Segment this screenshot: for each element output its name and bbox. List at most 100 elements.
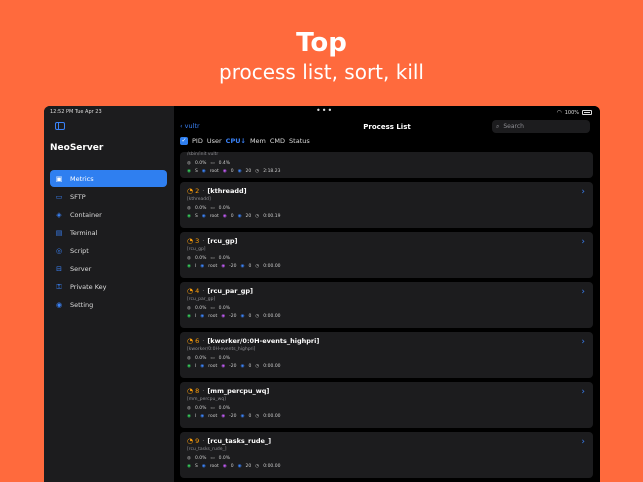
state-icon: ◉: [187, 168, 191, 174]
mem-usage: 0.0%: [218, 255, 231, 261]
process-priority: 0: [248, 363, 252, 369]
sidebar-item-script[interactable]: ◎ Script: [50, 242, 167, 259]
search-input[interactable]: ⌕ Search: [492, 120, 590, 133]
sort-toggle-icon[interactable]: ✓: [180, 137, 188, 145]
sidebar-item-private-key[interactable]: ⚿ Private Key: [50, 278, 167, 295]
priority-icon: ◉: [240, 363, 245, 369]
separator: ·: [202, 437, 205, 445]
sidebar-item-server[interactable]: ⊟ Server: [50, 260, 167, 277]
sort-option[interactable]: Status: [289, 137, 310, 145]
process-user: root: [209, 463, 219, 469]
promo-subtitle: process list, sort, kill: [219, 60, 424, 84]
process-state-icon: ◔: [187, 187, 194, 195]
separator: ·: [202, 237, 205, 245]
mem-usage: 0.0%: [218, 305, 231, 311]
process-name: [mm_percpu_wq]: [207, 387, 270, 395]
process-command: /sbin/init vultr: [187, 152, 219, 157]
cpu-icon: ◍: [187, 305, 191, 311]
process-command: [kthreadd]: [187, 197, 211, 202]
mem-usage: 0.4%: [218, 160, 231, 166]
search-placeholder: Search: [503, 123, 524, 130]
clock-icon: ◷: [255, 313, 260, 319]
chevron-right-icon[interactable]: ›: [581, 337, 585, 347]
process-row[interactable]: ◔ 8 · [mm_percpu_wq] › [mm_percpu_wq] ◍ 0.0% ▭ 0.…: [180, 382, 593, 428]
server-icon: ⊟: [56, 264, 62, 273]
process-row[interactable]: ◔ 6 · [kworker/0:0H-events_highpri] › [kworke…: [180, 332, 593, 378]
sidebar-item-label: Metrics: [70, 174, 94, 183]
sidebar-item-sftp[interactable]: ▭ SFTP: [50, 188, 167, 205]
sort-option[interactable]: CMD: [270, 137, 285, 145]
sort-option[interactable]: User: [207, 137, 222, 145]
process-usage: ◍ 0.0% ▭ 0.0%: [187, 304, 593, 312]
process-row[interactable]: ◔ 3 · [rcu_gp] › [rcu_gp] ◍ 0.0% ▭ 0.0% ◉ I ◉ root ◉ -2…: [180, 232, 593, 278]
process-user: root: [209, 213, 219, 219]
chevron-right-icon[interactable]: ›: [581, 287, 585, 297]
separator: ·: [202, 287, 205, 295]
sidebar-item-label: Setting: [70, 300, 94, 309]
sidebar-item-setting[interactable]: ◉ Setting: [50, 296, 167, 313]
user-icon: ◉: [200, 313, 205, 319]
process-priority: 0: [248, 263, 252, 269]
process-priority: 20: [245, 168, 252, 174]
sort-option[interactable]: Mem: [250, 137, 266, 145]
memory-icon: ▭: [210, 305, 215, 311]
sidebar-nav: ▣ Metrics ▭ SFTP ◈ Container ▤ Terminal ◎ Script ⊟…: [50, 170, 167, 314]
sidebar-item-metrics[interactable]: ▣ Metrics: [50, 170, 167, 187]
memory-icon: ▭: [210, 255, 215, 261]
cpu-usage: 0.0%: [194, 205, 207, 211]
state-icon: ◉: [187, 413, 191, 419]
nice-icon: ◉: [222, 463, 227, 469]
process-time: 2:18.23: [263, 168, 281, 174]
process-command: [mm_percpu_wq]: [187, 397, 226, 402]
nice-icon: ◉: [221, 363, 226, 369]
cpu-usage: 0.0%: [194, 405, 207, 411]
chevron-right-icon[interactable]: ›: [581, 387, 585, 397]
cpu-icon: ◍: [187, 355, 191, 361]
separator: ·: [202, 387, 205, 395]
process-row[interactable]: ◔ 2 · [kthreadd] › [kthreadd] ◍ 0.0% ▭ 0.0% ◉ S ◉ roo…: [180, 182, 593, 228]
sort-option[interactable]: CPU↓: [226, 137, 246, 145]
sidebar-item-terminal[interactable]: ▤ Terminal: [50, 224, 167, 241]
process-command: [kworker/0:0H-events_highpri]: [187, 347, 256, 352]
process-state: I: [194, 263, 197, 269]
clock-icon: ◷: [255, 213, 260, 219]
nice-icon: ◉: [221, 313, 226, 319]
main-panel: ‹ vultr Process List ⌕ Search ✓ PID User C…: [174, 106, 600, 482]
status-time: 12:52 PM Tue Apr 23: [50, 109, 102, 115]
process-time: 0:00.00: [263, 463, 281, 469]
sidebar-item-container[interactable]: ◈ Container: [50, 206, 167, 223]
process-priority: 20: [245, 463, 252, 469]
folder-icon: ▭: [55, 192, 63, 201]
nice-icon: ◉: [221, 263, 226, 269]
memory-icon: ▭: [210, 355, 215, 361]
sort-option[interactable]: PID: [192, 137, 203, 145]
process-state-icon: ◔: [187, 287, 194, 295]
chevron-right-icon[interactable]: ›: [581, 237, 585, 247]
user-icon: ◉: [200, 263, 205, 269]
process-usage: ◍ 0.0% ▭ 0.4%: [187, 159, 593, 167]
nice-icon: ◉: [222, 213, 227, 219]
process-row[interactable]: ◔ 4 · [rcu_par_gp] › [rcu_par_gp] ◍ 0.0% ▭ 0.0% ◉ I…: [180, 282, 593, 328]
process-row[interactable]: ◔ 9 · [rcu_tasks_rude_] › [rcu_tasks_rude_] ◍ 0…: [180, 432, 593, 478]
multitask-dots[interactable]: •••: [316, 106, 333, 115]
sidebar-item-label: Script: [70, 246, 89, 255]
chevron-right-icon[interactable]: ›: [581, 187, 585, 197]
cpu-icon: ◍: [187, 205, 191, 211]
process-nice: -20: [229, 263, 237, 269]
clock-icon: ◷: [255, 413, 260, 419]
chevron-right-icon[interactable]: ›: [581, 437, 585, 447]
battery-icon: [582, 110, 592, 115]
wifi-icon: ◠: [556, 109, 562, 116]
user-icon: ◉: [200, 363, 205, 369]
process-time: 0:00.00: [263, 313, 281, 319]
process-usage: ◍ 0.0% ▭ 0.0%: [187, 254, 593, 262]
process-user: root: [208, 263, 218, 269]
process-priority: 0: [248, 313, 252, 319]
state-icon: ◉: [187, 263, 191, 269]
process-row[interactable]: /sbin/init vultr ◍ 0.0% ▭ 0.4% ◉ S ◉ root ◉ 0 ◉ 20 ◷ 2…: [180, 152, 593, 178]
mem-usage: 0.0%: [218, 405, 231, 411]
separator: ·: [202, 337, 205, 345]
app-name: NeoServer: [50, 143, 104, 153]
process-time: 0:00.00: [263, 363, 281, 369]
sidebar-toggle-icon[interactable]: [55, 122, 65, 130]
